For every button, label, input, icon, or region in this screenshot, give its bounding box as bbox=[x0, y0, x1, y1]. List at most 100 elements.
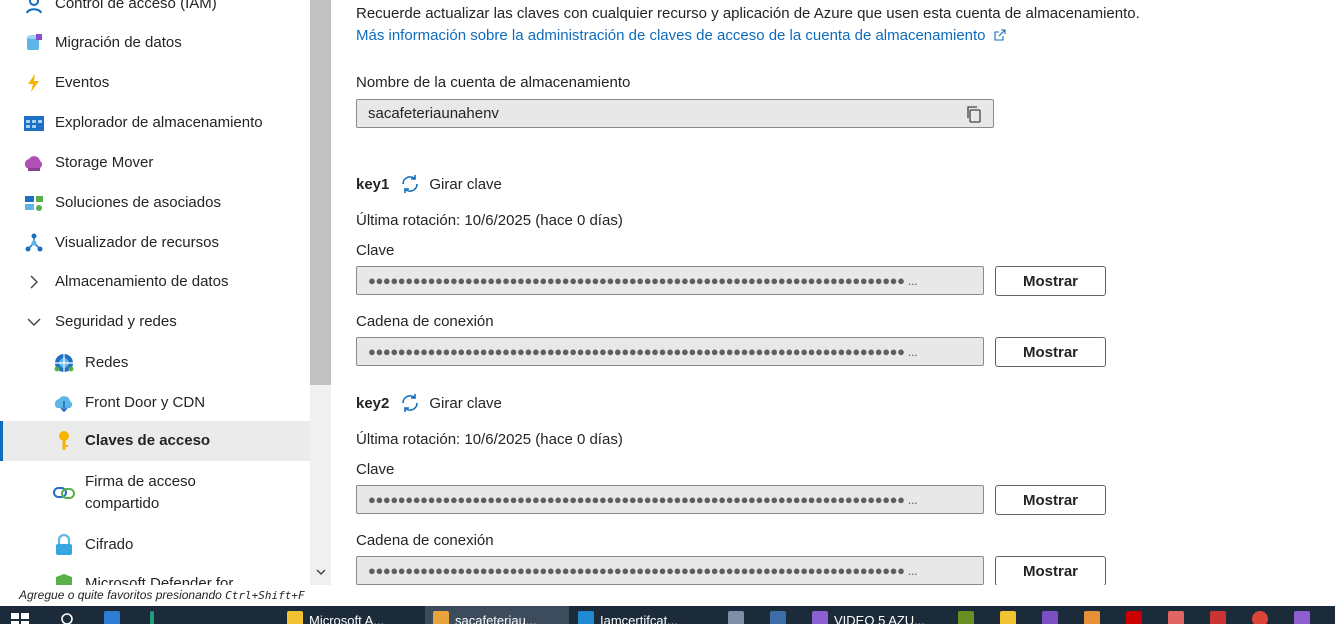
key2-show-connection-button[interactable]: Mostrar bbox=[995, 556, 1106, 585]
start-button[interactable] bbox=[10, 606, 30, 624]
taskbar-app-11[interactable] bbox=[1210, 606, 1226, 624]
sidebar-item-label: Explorador de almacenamiento bbox=[55, 114, 263, 131]
globe-network-icon bbox=[53, 352, 75, 374]
sidebar-item-label: Microsoft Defender for bbox=[85, 575, 234, 585]
sidebar-item-label: Storage Mover bbox=[55, 154, 154, 171]
taskbar-app-8[interactable] bbox=[1084, 606, 1100, 624]
key1-key-label: Clave bbox=[356, 242, 395, 259]
sidebar-item-access-control[interactable]: Control de acceso (IAM) bbox=[0, 0, 310, 16]
sidebar-item-encryption[interactable]: Cifrado bbox=[0, 533, 310, 557]
cloud-cdn-icon bbox=[53, 392, 75, 414]
shield-icon bbox=[53, 573, 75, 585]
vscode-icon bbox=[578, 611, 594, 624]
key2-connection-field[interactable]: ●●●●●●●●●●●●●●●●●●●●●●●●●●●●●●●●●●●●●●●●… bbox=[356, 556, 984, 585]
favorites-hint-text: Agregue o quite favoritos presionando bbox=[19, 588, 226, 602]
sidebar-item-label: Seguridad y redes bbox=[55, 313, 177, 330]
access-control-icon bbox=[23, 0, 45, 15]
taskbar-app-7[interactable] bbox=[1042, 606, 1058, 624]
taskbar-item-label: VIDEO 5 AZU... bbox=[834, 612, 926, 624]
sidebar-item-defender[interactable]: Microsoft Defender for bbox=[0, 572, 310, 585]
taskbar-app-3[interactable] bbox=[728, 606, 744, 624]
account-name-label: Nombre de la cuenta de almacenamiento bbox=[356, 74, 631, 91]
key2-header: key2 Girar clave bbox=[356, 392, 502, 414]
sidebar-item-label: Redes bbox=[85, 354, 129, 371]
key2-show-key-button[interactable]: Mostrar bbox=[995, 485, 1106, 515]
key1-last-rotation: Última rotación: 10/6/2025 (hace 0 días) bbox=[356, 212, 623, 229]
sidebar-item-storage-explorer[interactable]: Explorador de almacenamiento bbox=[0, 111, 310, 135]
taskbar-app-12[interactable] bbox=[1294, 606, 1310, 624]
sidebar-item-partner-solutions[interactable]: Soluciones de asociados bbox=[0, 191, 310, 215]
taskbar-app-10[interactable] bbox=[1168, 606, 1184, 624]
key1-key-field[interactable]: ●●●●●●●●●●●●●●●●●●●●●●●●●●●●●●●●●●●●●●●●… bbox=[356, 266, 984, 295]
sidebar-item-shared-access-signature[interactable]: Firma de acceso compartido bbox=[0, 471, 310, 515]
sidebar-item-data-migration[interactable]: Migración de datos bbox=[0, 31, 310, 55]
sidebar-item-label-line2: compartido bbox=[85, 495, 160, 512]
search-button[interactable] bbox=[60, 606, 76, 624]
app-icon bbox=[1084, 611, 1100, 624]
app-icon bbox=[812, 611, 828, 624]
sidebar-scrollbar-thumb[interactable] bbox=[310, 0, 331, 385]
chrome-icon bbox=[1252, 611, 1268, 624]
app-icon bbox=[104, 611, 120, 624]
taskbar-vscode[interactable]: Iamcertifcat... bbox=[578, 606, 678, 624]
taskbar-item-label: sacafeteriau... bbox=[455, 612, 537, 624]
sidebar-item-label: Firma de acceso bbox=[85, 473, 196, 490]
taskbar-app-9[interactable] bbox=[1126, 606, 1142, 624]
taskbar-app-6[interactable] bbox=[1000, 606, 1016, 624]
chevron-down-icon bbox=[316, 569, 325, 575]
sidebar-item-access-keys[interactable]: Claves de acceso bbox=[0, 421, 310, 461]
rotate-icon bbox=[402, 394, 419, 412]
taskbar-app-2[interactable] bbox=[150, 606, 154, 624]
favorites-hint: Agregue o quite favoritos presionando Ct… bbox=[0, 585, 1335, 606]
key2-rotate-button[interactable]: Girar clave bbox=[399, 392, 502, 414]
lightning-icon bbox=[23, 72, 45, 94]
taskbar-app-5[interactable] bbox=[958, 606, 974, 624]
lock-icon bbox=[53, 534, 75, 556]
sidebar-item-resource-visualizer[interactable]: Visualizador de recursos bbox=[0, 231, 310, 255]
taskbar-chrome[interactable] bbox=[1252, 606, 1268, 624]
app-icon bbox=[1000, 611, 1016, 624]
taskbar-browser-active[interactable]: sacafeteriau... bbox=[425, 606, 569, 624]
key2-last-rotation: Última rotación: 10/6/2025 (hace 0 días) bbox=[356, 431, 623, 448]
taskbar-app-4[interactable] bbox=[770, 606, 786, 624]
sidebar-item-front-door-cdn[interactable]: Front Door y CDN bbox=[0, 391, 310, 415]
sidebar-item-networking[interactable]: Redes bbox=[0, 351, 310, 375]
taskbar-app-1[interactable] bbox=[104, 606, 120, 624]
app-icon bbox=[1294, 611, 1310, 624]
sidebar-item-label: Eventos bbox=[55, 74, 110, 91]
sidebar-group-security-networking[interactable]: Seguridad y redes bbox=[0, 310, 310, 334]
taskbar-video-app[interactable]: VIDEO 5 AZU... bbox=[812, 606, 925, 624]
taskbar-file-explorer[interactable]: Microsoft A... bbox=[287, 606, 384, 624]
sidebar-item-events[interactable]: Eventos bbox=[0, 71, 310, 95]
windows-logo-icon bbox=[11, 613, 29, 624]
key1-show-key-button[interactable]: Mostrar bbox=[995, 266, 1106, 296]
key1-connection-label: Cadena de conexión bbox=[356, 313, 494, 330]
key1-rotate-button[interactable]: Girar clave bbox=[399, 173, 502, 195]
copy-icon[interactable] bbox=[965, 105, 983, 123]
key1-show-connection-button[interactable]: Mostrar bbox=[995, 337, 1106, 367]
sidebar-item-label: Front Door y CDN bbox=[85, 394, 206, 411]
sidebar-item-label: Soluciones de asociados bbox=[55, 194, 221, 211]
key1-connection-masked: ●●●●●●●●●●●●●●●●●●●●●●●●●●●●●●●●●●●●●●●●… bbox=[368, 344, 918, 359]
key2-title: key2 bbox=[356, 394, 390, 412]
learn-more-link-text: Más información sobre la administración … bbox=[356, 27, 986, 44]
storage-mover-icon bbox=[23, 152, 45, 174]
learn-more-link[interactable]: Más información sobre la administración … bbox=[356, 26, 1006, 46]
sidebar-group-data-storage[interactable]: Almacenamiento de datos bbox=[0, 270, 310, 294]
account-name-field[interactable]: sacafeteriaunahenv bbox=[356, 99, 994, 128]
sidebar-nav: Control de acceso (IAM) Migración de dat… bbox=[0, 0, 310, 585]
link-chain-icon bbox=[53, 482, 75, 504]
scroll-down-button[interactable] bbox=[310, 562, 331, 582]
folder-icon bbox=[287, 611, 303, 624]
key1-connection-field[interactable]: ●●●●●●●●●●●●●●●●●●●●●●●●●●●●●●●●●●●●●●●●… bbox=[356, 337, 984, 366]
key2-rotate-label: Girar clave bbox=[429, 394, 502, 412]
sidebar-item-storage-mover[interactable]: Storage Mover bbox=[0, 151, 310, 175]
key2-key-field[interactable]: ●●●●●●●●●●●●●●●●●●●●●●●●●●●●●●●●●●●●●●●●… bbox=[356, 485, 984, 514]
app-icon bbox=[1210, 611, 1226, 624]
key2-connection-masked: ●●●●●●●●●●●●●●●●●●●●●●●●●●●●●●●●●●●●●●●●… bbox=[368, 563, 918, 578]
search-icon bbox=[61, 613, 73, 624]
sidebar-item-label: Claves de acceso bbox=[85, 432, 211, 449]
key1-key-masked: ●●●●●●●●●●●●●●●●●●●●●●●●●●●●●●●●●●●●●●●●… bbox=[368, 273, 918, 288]
key1-rotate-label: Girar clave bbox=[429, 175, 502, 193]
rotation-notice: Recuerde actualizar las claves con cualq… bbox=[356, 5, 1140, 22]
